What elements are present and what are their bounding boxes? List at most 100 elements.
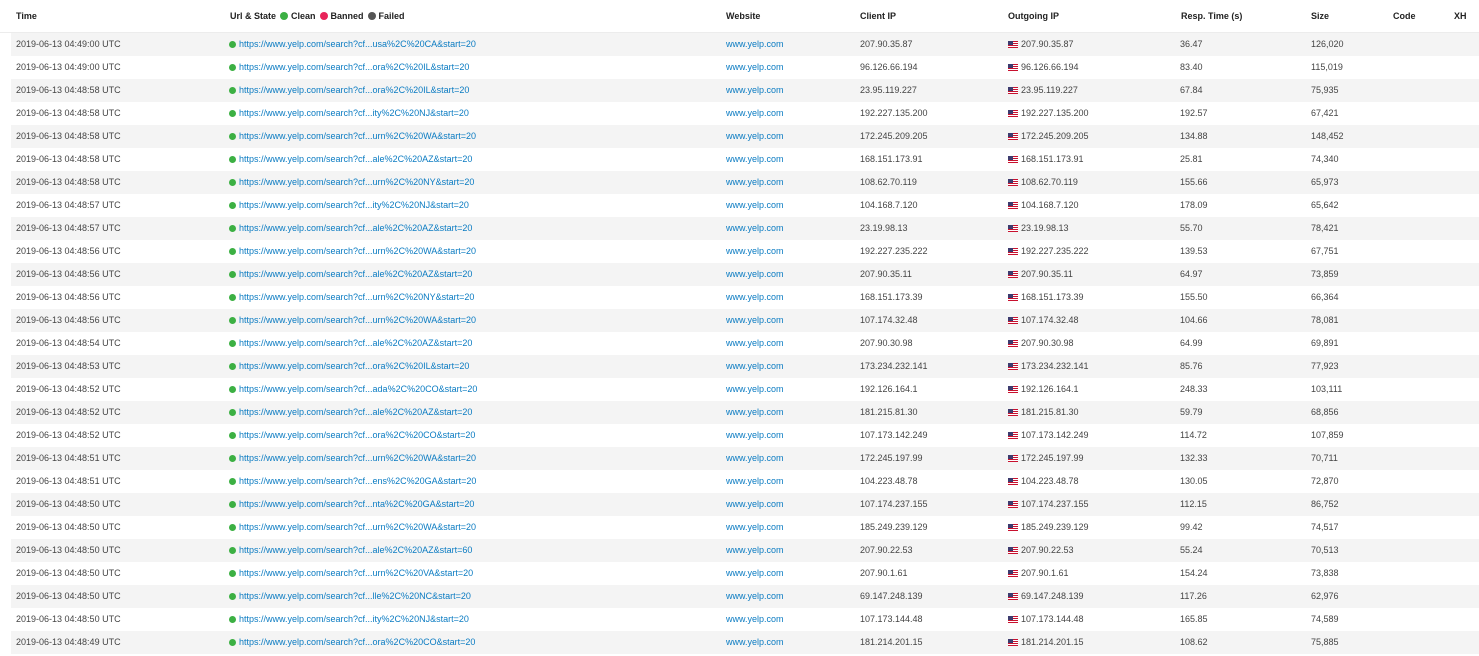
cell-website[interactable]: www.yelp.com — [726, 453, 784, 463]
table-row[interactable]: 2019-06-13 04:48:56 UTC https://www.yelp.… — [11, 263, 1479, 286]
cell-website[interactable]: www.yelp.com — [726, 269, 784, 279]
cell-url[interactable]: https://www.yelp.com/search?cf...usa%2C%… — [229, 39, 476, 49]
cell-url[interactable]: https://www.yelp.com/search?cf...ale%2C%… — [229, 269, 472, 279]
table-row[interactable]: 2019-06-13 04:48:50 UTC https://www.yelp.… — [11, 516, 1479, 539]
table-row[interactable]: 2019-06-13 04:48:53 UTC https://www.yelp.… — [11, 355, 1479, 378]
cell-url[interactable]: https://www.yelp.com/search?cf...urn%2C%… — [229, 315, 476, 325]
cell-website[interactable]: www.yelp.com — [726, 62, 784, 72]
url-link[interactable]: https://www.yelp.com/search?cf...ity%2C%… — [239, 108, 469, 118]
cell-url[interactable]: https://www.yelp.com/search?cf...urn%2C%… — [229, 522, 476, 532]
url-link[interactable]: https://www.yelp.com/search?cf...ale%2C%… — [239, 407, 472, 417]
table-row[interactable]: 2019-06-13 04:49:00 UTC https://www.yelp.… — [11, 56, 1479, 79]
table-row[interactable]: 2019-06-13 04:48:52 UTC https://www.yelp.… — [11, 401, 1479, 424]
column-header-resp-time[interactable]: Resp. Time (s) — [1181, 11, 1242, 21]
table-row[interactable]: 2019-06-13 04:48:56 UTC https://www.yelp.… — [11, 309, 1479, 332]
cell-url[interactable]: https://www.yelp.com/search?cf...ada%2C%… — [229, 384, 477, 394]
table-row[interactable]: 2019-06-13 04:49:00 UTC https://www.yelp.… — [11, 33, 1479, 56]
cell-website[interactable]: www.yelp.com — [726, 246, 784, 256]
table-row[interactable]: 2019-06-13 04:48:50 UTC https://www.yelp.… — [11, 608, 1479, 631]
cell-website[interactable]: www.yelp.com — [726, 131, 784, 141]
cell-url[interactable]: https://www.yelp.com/search?cf...ale%2C%… — [229, 545, 472, 555]
cell-url[interactable]: https://www.yelp.com/search?cf...ale%2C%… — [229, 154, 472, 164]
url-link[interactable]: https://www.yelp.com/search?cf...ale%2C%… — [239, 338, 472, 348]
cell-website[interactable]: www.yelp.com — [726, 338, 784, 348]
table-row[interactable]: 2019-06-13 04:48:50 UTC https://www.yelp.… — [11, 493, 1479, 516]
cell-website[interactable]: www.yelp.com — [726, 430, 784, 440]
cell-url[interactable]: https://www.yelp.com/search?cf...urn%2C%… — [229, 568, 473, 578]
cell-website[interactable]: www.yelp.com — [726, 614, 784, 624]
url-link[interactable]: https://www.yelp.com/search?cf...lle%2C%… — [239, 591, 471, 601]
table-row[interactable]: 2019-06-13 04:48:50 UTC https://www.yelp.… — [11, 562, 1479, 585]
cell-website[interactable]: www.yelp.com — [726, 39, 784, 49]
cell-url[interactable]: https://www.yelp.com/search?cf...ens%2C%… — [229, 476, 476, 486]
table-row[interactable]: 2019-06-13 04:48:50 UTC https://www.yelp.… — [11, 585, 1479, 608]
table-row[interactable]: 2019-06-13 04:48:58 UTC https://www.yelp.… — [11, 148, 1479, 171]
cell-website[interactable]: www.yelp.com — [726, 361, 784, 371]
cell-website[interactable]: www.yelp.com — [726, 637, 784, 647]
table-row[interactable]: 2019-06-13 04:48:58 UTC https://www.yelp.… — [11, 102, 1479, 125]
url-link[interactable]: https://www.yelp.com/search?cf...ora%2C%… — [239, 62, 469, 72]
url-link[interactable]: https://www.yelp.com/search?cf...urn%2C%… — [239, 131, 476, 141]
url-link[interactable]: https://www.yelp.com/search?cf...urn%2C%… — [239, 453, 476, 463]
table-row[interactable]: 2019-06-13 04:48:52 UTC https://www.yelp.… — [11, 378, 1479, 401]
cell-url[interactable]: https://www.yelp.com/search?cf...urn%2C%… — [229, 177, 474, 187]
table-row[interactable]: 2019-06-13 04:48:57 UTC https://www.yelp.… — [11, 194, 1479, 217]
cell-website[interactable]: www.yelp.com — [726, 545, 784, 555]
url-link[interactable]: https://www.yelp.com/search?cf...ity%2C%… — [239, 614, 469, 624]
cell-url[interactable]: https://www.yelp.com/search?cf...ora%2C%… — [229, 430, 475, 440]
cell-url[interactable]: https://www.yelp.com/search?cf...lle%2C%… — [229, 591, 471, 601]
column-header-code[interactable]: Code — [1393, 11, 1416, 21]
url-link[interactable]: https://www.yelp.com/search?cf...urn%2C%… — [239, 246, 476, 256]
cell-url[interactable]: https://www.yelp.com/search?cf...urn%2C%… — [229, 246, 476, 256]
table-row[interactable]: 2019-06-13 04:48:51 UTC https://www.yelp.… — [11, 447, 1479, 470]
url-link[interactable]: https://www.yelp.com/search?cf...urn%2C%… — [239, 568, 473, 578]
cell-url[interactable]: https://www.yelp.com/search?cf...ity%2C%… — [229, 108, 469, 118]
table-row[interactable]: 2019-06-13 04:48:51 UTC https://www.yelp.… — [11, 470, 1479, 493]
cell-website[interactable]: www.yelp.com — [726, 476, 784, 486]
cell-url[interactable]: https://www.yelp.com/search?cf...ora%2C%… — [229, 62, 469, 72]
cell-url[interactable]: https://www.yelp.com/search?cf...ale%2C%… — [229, 338, 472, 348]
table-row[interactable]: 2019-06-13 04:48:49 UTC https://www.yelp.… — [11, 631, 1479, 654]
cell-url[interactable]: https://www.yelp.com/search?cf...urn%2C%… — [229, 292, 474, 302]
table-row[interactable]: 2019-06-13 04:48:56 UTC https://www.yelp.… — [11, 240, 1479, 263]
cell-website[interactable]: www.yelp.com — [726, 223, 784, 233]
url-link[interactable]: https://www.yelp.com/search?cf...ora%2C%… — [239, 430, 475, 440]
cell-website[interactable]: www.yelp.com — [726, 85, 784, 95]
column-header-client-ip[interactable]: Client IP — [860, 11, 896, 21]
cell-website[interactable]: www.yelp.com — [726, 407, 784, 417]
column-header-xh[interactable]: XH — [1454, 11, 1467, 21]
url-link[interactable]: https://www.yelp.com/search?cf...usa%2C%… — [239, 39, 476, 49]
column-header-outgoing-ip[interactable]: Outgoing IP — [1008, 11, 1059, 21]
table-row[interactable]: 2019-06-13 04:48:52 UTC https://www.yelp.… — [11, 424, 1479, 447]
cell-url[interactable]: https://www.yelp.com/search?cf...ale%2C%… — [229, 223, 472, 233]
url-link[interactable]: https://www.yelp.com/search?cf...urn%2C%… — [239, 522, 476, 532]
url-link[interactable]: https://www.yelp.com/search?cf...urn%2C%… — [239, 177, 474, 187]
cell-website[interactable]: www.yelp.com — [726, 108, 784, 118]
column-header-url-state[interactable]: Url & State Clean Banned Failed — [230, 11, 405, 21]
cell-website[interactable]: www.yelp.com — [726, 292, 784, 302]
cell-url[interactable]: https://www.yelp.com/search?cf...nta%2C%… — [229, 499, 474, 509]
url-link[interactable]: https://www.yelp.com/search?cf...ens%2C%… — [239, 476, 476, 486]
cell-website[interactable]: www.yelp.com — [726, 200, 784, 210]
cell-url[interactable]: https://www.yelp.com/search?cf...ora%2C%… — [229, 361, 469, 371]
column-header-website[interactable]: Website — [726, 11, 760, 21]
table-row[interactable]: 2019-06-13 04:48:50 UTC https://www.yelp.… — [11, 539, 1479, 562]
table-row[interactable]: 2019-06-13 04:48:56 UTC https://www.yelp.… — [11, 286, 1479, 309]
cell-url[interactable]: https://www.yelp.com/search?cf...urn%2C%… — [229, 131, 476, 141]
cell-url[interactable]: https://www.yelp.com/search?cf...ity%2C%… — [229, 200, 469, 210]
table-row[interactable]: 2019-06-13 04:48:54 UTC https://www.yelp.… — [11, 332, 1479, 355]
cell-website[interactable]: www.yelp.com — [726, 154, 784, 164]
cell-website[interactable]: www.yelp.com — [726, 568, 784, 578]
url-link[interactable]: https://www.yelp.com/search?cf...ale%2C%… — [239, 269, 472, 279]
url-link[interactable]: https://www.yelp.com/search?cf...ale%2C%… — [239, 154, 472, 164]
url-link[interactable]: https://www.yelp.com/search?cf...ale%2C%… — [239, 223, 472, 233]
cell-url[interactable]: https://www.yelp.com/search?cf...ora%2C%… — [229, 85, 469, 95]
cell-url[interactable]: https://www.yelp.com/search?cf...ity%2C%… — [229, 614, 469, 624]
table-row[interactable]: 2019-06-13 04:48:57 UTC https://www.yelp.… — [11, 217, 1479, 240]
cell-website[interactable]: www.yelp.com — [726, 315, 784, 325]
table-row[interactable]: 2019-06-13 04:48:58 UTC https://www.yelp.… — [11, 125, 1479, 148]
url-link[interactable]: https://www.yelp.com/search?cf...urn%2C%… — [239, 315, 476, 325]
cell-url[interactable]: https://www.yelp.com/search?cf...ora%2C%… — [229, 637, 475, 647]
url-link[interactable]: https://www.yelp.com/search?cf...ora%2C%… — [239, 361, 469, 371]
url-link[interactable]: https://www.yelp.com/search?cf...ale%2C%… — [239, 545, 472, 555]
